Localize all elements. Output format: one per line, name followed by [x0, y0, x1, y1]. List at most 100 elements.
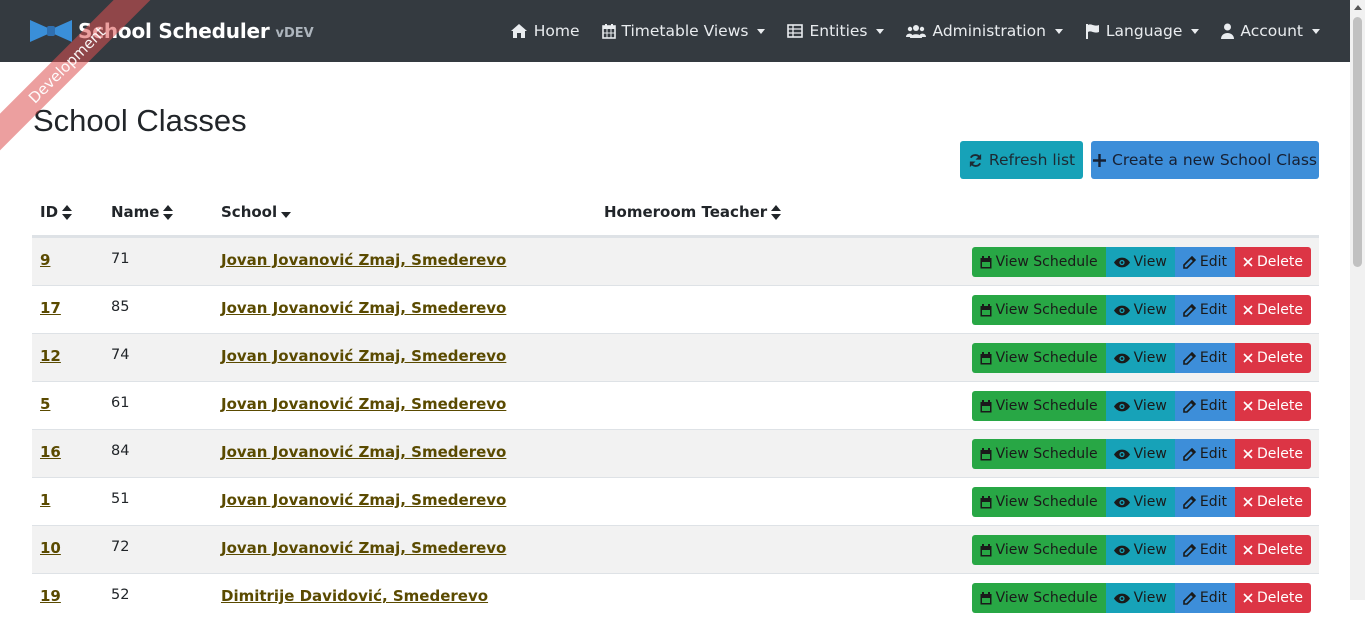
nav-account-label: Account	[1240, 22, 1303, 40]
nav-account[interactable]: Account	[1221, 22, 1320, 40]
school-link[interactable]: Jovan Jovanović Zmaj, Smederevo	[221, 491, 506, 509]
pencil-icon	[1183, 351, 1196, 365]
create-school-class-label: Create a new School Class	[1112, 151, 1317, 169]
eye-icon	[1113, 257, 1130, 267]
delete-button[interactable]: Delete	[1235, 439, 1311, 469]
view-schedule-label: View Schedule	[995, 254, 1098, 270]
nav-timetable-views[interactable]: Timetable Views	[601, 22, 766, 40]
pencil-icon	[1183, 399, 1196, 413]
cell-name: 72	[111, 539, 130, 555]
calendar-icon	[980, 303, 992, 316]
edit-button[interactable]: Edit	[1174, 583, 1235, 613]
nav-language[interactable]: Language	[1085, 22, 1200, 40]
edit-button[interactable]: Edit	[1174, 535, 1235, 565]
chevron-down-icon	[1191, 28, 1200, 34]
view-button[interactable]: View	[1105, 535, 1175, 565]
nav-home[interactable]: Home	[510, 22, 580, 40]
view-schedule-button[interactable]: View Schedule	[971, 247, 1106, 277]
bowtie-logo-icon	[30, 20, 72, 42]
row-actions: View Schedule View Edit Delete	[971, 535, 1311, 565]
cell-school: Jovan Jovanović Zmaj, Smederevo	[221, 491, 506, 509]
scroll-up-arrow-icon[interactable]	[1354, 5, 1362, 10]
edit-button[interactable]: Edit	[1174, 487, 1235, 517]
school-link[interactable]: Jovan Jovanović Zmaj, Smederevo	[221, 539, 506, 557]
pencil-icon	[1183, 591, 1196, 605]
school-link[interactable]: Jovan Jovanović Zmaj, Smederevo	[221, 395, 506, 413]
create-school-class-button[interactable]: Create a new School Class	[1091, 141, 1319, 179]
delete-label: Delete	[1257, 446, 1303, 462]
row-actions: View Schedule View Edit Delete	[971, 343, 1311, 373]
brand-name: School Scheduler	[78, 19, 270, 43]
delete-button[interactable]: Delete	[1235, 535, 1311, 565]
id-link[interactable]: 19	[40, 587, 61, 605]
view-button[interactable]: View	[1105, 247, 1175, 277]
delete-button[interactable]: Delete	[1235, 583, 1311, 613]
view-schedule-button[interactable]: View Schedule	[971, 583, 1106, 613]
id-link[interactable]: 1	[40, 491, 50, 509]
edit-label: Edit	[1199, 350, 1227, 366]
view-schedule-button[interactable]: View Schedule	[971, 391, 1106, 421]
view-schedule-button[interactable]: View Schedule	[971, 487, 1106, 517]
view-schedule-label: View Schedule	[995, 398, 1098, 414]
view-button[interactable]: View	[1105, 583, 1175, 613]
view-schedule-button[interactable]: View Schedule	[971, 295, 1106, 325]
school-link[interactable]: Jovan Jovanović Zmaj, Smederevo	[221, 299, 506, 317]
view-schedule-label: View Schedule	[995, 590, 1098, 606]
delete-button[interactable]: Delete	[1235, 295, 1311, 325]
nav-administration[interactable]: Administration	[906, 22, 1063, 40]
cell-name: 71	[111, 251, 130, 267]
view-schedule-button[interactable]: View Schedule	[971, 439, 1106, 469]
column-header-school[interactable]: School	[221, 203, 292, 221]
nav-entities[interactable]: Entities	[787, 22, 885, 40]
chevron-down-icon	[876, 28, 885, 34]
id-link[interactable]: 12	[40, 347, 61, 365]
school-link[interactable]: Dimitrije Davidović, Smederevo	[221, 587, 488, 605]
page-title: School Classes	[33, 103, 247, 138]
delete-button[interactable]: Delete	[1235, 487, 1311, 517]
delete-button[interactable]: Delete	[1235, 247, 1311, 277]
edit-button[interactable]: Edit	[1174, 343, 1235, 373]
column-header-name[interactable]: Name	[111, 203, 174, 221]
id-link[interactable]: 5	[40, 395, 50, 413]
cell-name: 61	[111, 395, 130, 411]
delete-button[interactable]: Delete	[1235, 391, 1311, 421]
pencil-icon	[1183, 447, 1196, 461]
column-header-homeroom-teacher[interactable]: Homeroom Teacher	[604, 203, 782, 221]
cell-id: 12	[40, 347, 61, 365]
view-button[interactable]: View	[1105, 439, 1175, 469]
refresh-list-button[interactable]: Refresh list	[960, 141, 1083, 179]
edit-button[interactable]: Edit	[1174, 295, 1235, 325]
delete-button[interactable]: Delete	[1235, 343, 1311, 373]
edit-button[interactable]: Edit	[1174, 247, 1235, 277]
edit-label: Edit	[1199, 542, 1227, 558]
id-link[interactable]: 10	[40, 539, 61, 557]
delete-label: Delete	[1257, 350, 1303, 366]
eye-icon	[1113, 593, 1130, 603]
view-schedule-button[interactable]: View Schedule	[971, 343, 1106, 373]
school-link[interactable]: Jovan Jovanović Zmaj, Smederevo	[221, 347, 506, 365]
close-icon	[1243, 401, 1253, 411]
navbar: School Scheduler vDEV Home Timetable Vie…	[0, 0, 1350, 62]
view-button[interactable]: View	[1105, 487, 1175, 517]
scroll-thumb[interactable]	[1353, 17, 1362, 267]
id-link[interactable]: 16	[40, 443, 61, 461]
close-icon	[1243, 497, 1253, 507]
nav-entities-label: Entities	[809, 22, 868, 40]
school-link[interactable]: Jovan Jovanović Zmaj, Smederevo	[221, 443, 506, 461]
id-link[interactable]: 9	[40, 251, 50, 269]
view-schedule-button[interactable]: View Schedule	[971, 535, 1106, 565]
view-button[interactable]: View	[1105, 391, 1175, 421]
brand[interactable]: School Scheduler vDEV	[28, 14, 314, 48]
id-link[interactable]: 17	[40, 299, 61, 317]
scrollbar[interactable]	[1350, 0, 1365, 600]
edit-button[interactable]: Edit	[1174, 439, 1235, 469]
view-button[interactable]: View	[1105, 343, 1175, 373]
view-button[interactable]: View	[1105, 295, 1175, 325]
school-link[interactable]: Jovan Jovanović Zmaj, Smederevo	[221, 251, 506, 269]
nav-timetable-views-label: Timetable Views	[621, 22, 749, 40]
nav-menu: Home Timetable Views Entities Administra…	[488, 0, 1320, 62]
pencil-icon	[1183, 495, 1196, 509]
edit-button[interactable]: Edit	[1174, 391, 1235, 421]
column-header-id[interactable]: ID	[40, 203, 73, 221]
pencil-icon	[1183, 543, 1196, 557]
